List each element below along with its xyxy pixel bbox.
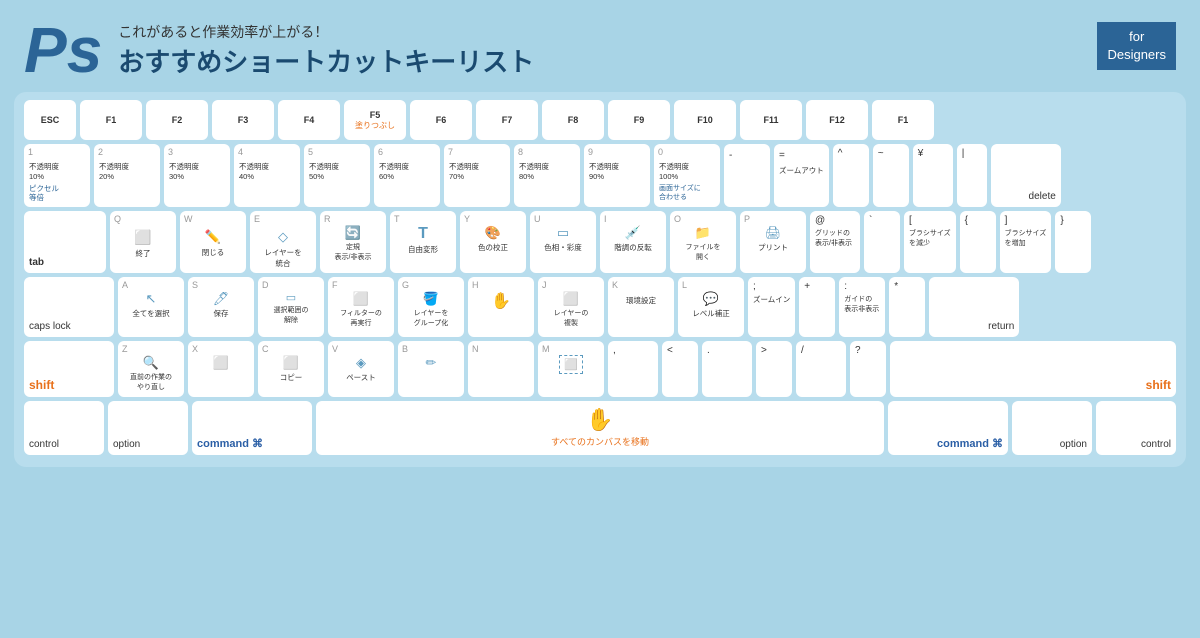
- key-y[interactable]: Y 🎨 色の校正: [460, 211, 526, 273]
- key-command-right[interactable]: command ⌘: [888, 401, 1008, 455]
- key-s[interactable]: S 🖊 保存: [188, 277, 254, 337]
- key-lt[interactable]: <: [662, 341, 698, 397]
- key-equals[interactable]: = ズームアウト: [774, 144, 829, 207]
- key-6[interactable]: 6 不透明度 60%: [374, 144, 440, 207]
- key-f11[interactable]: F11: [740, 100, 802, 140]
- key-f1b[interactable]: F1: [872, 100, 934, 140]
- key-n[interactable]: N: [468, 341, 534, 397]
- key-f[interactable]: F ⬜ フィルターの 再実行: [328, 277, 394, 337]
- key-z[interactable]: Z 🔍 直前の作業の やり直し: [118, 341, 184, 397]
- key-capslock[interactable]: caps lock: [24, 277, 114, 337]
- key-x[interactable]: X ⬜: [188, 341, 254, 397]
- key-brace-close[interactable]: }: [1055, 211, 1091, 273]
- key-control-right[interactable]: control: [1096, 401, 1176, 455]
- key-at[interactable]: @ グリッドの 表示/非表示: [810, 211, 860, 273]
- key-i[interactable]: I 💉 階調の反転: [600, 211, 666, 273]
- key-slash[interactable]: /: [796, 341, 846, 397]
- key-comma[interactable]: ,: [608, 341, 658, 397]
- key-esc[interactable]: ESC: [24, 100, 76, 140]
- key-u[interactable]: U ▭ 色相・彩度: [530, 211, 596, 273]
- key-5[interactable]: 5 不透明度 50%: [304, 144, 370, 207]
- key-delete[interactable]: delete: [991, 144, 1061, 207]
- key-7[interactable]: 7 不透明度 70%: [444, 144, 510, 207]
- key-question[interactable]: ?: [850, 341, 886, 397]
- key-8[interactable]: 8 不透明度 80%: [514, 144, 580, 207]
- key-4[interactable]: 4 不透明度 40%: [234, 144, 300, 207]
- key-c[interactable]: C ⬜ コピー: [258, 341, 324, 397]
- keyboard: ESC F1 F2 F3 F4 F5 塗りつぶし F6 F7 F8 F9 F10…: [14, 92, 1186, 467]
- key-f8[interactable]: F8: [542, 100, 604, 140]
- key-f6[interactable]: F6: [410, 100, 472, 140]
- key-tab[interactable]: tab: [24, 211, 106, 273]
- key-return[interactable]: return: [929, 277, 1019, 337]
- key-v[interactable]: V ◈ ペースト: [328, 341, 394, 397]
- qwerty-row: tab Q ⬜ 終了 W ✏️ 閉じる E ◇ レイヤーを 統合 R: [24, 211, 1176, 273]
- key-0[interactable]: 0 不透明度 100% 画面サイズに 合わせる: [654, 144, 720, 207]
- key-minus[interactable]: -: [724, 144, 770, 207]
- key-r[interactable]: R 🔄 定規 表示/非表示: [320, 211, 386, 273]
- key-a[interactable]: A ↖ 全てを選択: [118, 277, 184, 337]
- key-q[interactable]: Q ⬜ 終了: [110, 211, 176, 273]
- key-f9[interactable]: F9: [608, 100, 670, 140]
- key-l[interactable]: L 💬 レベル補正: [678, 277, 744, 337]
- key-f7[interactable]: F7: [476, 100, 538, 140]
- fn-row: ESC F1 F2 F3 F4 F5 塗りつぶし F6 F7 F8 F9 F10…: [24, 100, 1176, 140]
- key-space[interactable]: ✋ すべてのカンバスを移動: [316, 401, 884, 455]
- header: Ps これがあると作業効率が上がる！ おすすめショートカットキーリスト for …: [0, 0, 1200, 92]
- asdf-row: caps lock A ↖ 全てを選択 S 🖊 保存 D ▭ 選択範囲の 解除: [24, 277, 1176, 337]
- key-d[interactable]: D ▭ 選択範囲の 解除: [258, 277, 324, 337]
- key-f2[interactable]: F2: [146, 100, 208, 140]
- key-f3[interactable]: F3: [212, 100, 274, 140]
- key-control-left[interactable]: control: [24, 401, 104, 455]
- key-backtick[interactable]: `: [864, 211, 900, 273]
- key-b[interactable]: B ✏: [398, 341, 464, 397]
- key-2[interactable]: 2 不透明度 20%: [94, 144, 160, 207]
- header-title: おすすめショートカットキーリスト: [118, 42, 1081, 79]
- key-p[interactable]: P 🖨 プリント: [740, 211, 806, 273]
- key-caret[interactable]: ^: [833, 144, 869, 207]
- key-colon[interactable]: : ガイドの 表示非表示: [839, 277, 885, 337]
- key-e[interactable]: E ◇ レイヤーを 統合: [250, 211, 316, 273]
- key-k[interactable]: K 環境設定: [608, 277, 674, 337]
- zxcv-row: shift Z 🔍 直前の作業の やり直し X ⬜ C ⬜ コピー V: [24, 341, 1176, 397]
- key-o[interactable]: O 📁 ファイルを 開く: [670, 211, 736, 273]
- key-g[interactable]: G 🪣 レイヤーを グループ化: [398, 277, 464, 337]
- key-tilde[interactable]: ~: [873, 144, 909, 207]
- key-f10[interactable]: F10: [674, 100, 736, 140]
- key-w[interactable]: W ✏️ 閉じる: [180, 211, 246, 273]
- for-designers-badge: for Designers: [1097, 22, 1176, 70]
- key-command-left[interactable]: command ⌘: [192, 401, 312, 455]
- key-3[interactable]: 3 不透明度 30%: [164, 144, 230, 207]
- key-option-right[interactable]: option: [1012, 401, 1092, 455]
- key-f4[interactable]: F4: [278, 100, 340, 140]
- header-subtitle: これがあると作業効率が上がる！: [118, 22, 1081, 42]
- key-bracket-close[interactable]: {: [960, 211, 996, 273]
- key-gt[interactable]: >: [756, 341, 792, 397]
- key-period[interactable]: .: [702, 341, 752, 397]
- header-text: これがあると作業効率が上がる！ おすすめショートカットキーリスト: [118, 22, 1081, 79]
- key-t[interactable]: T T 自由変形: [390, 211, 456, 273]
- key-brace-open[interactable]: ] ブラシサイズ を増加: [1000, 211, 1052, 273]
- key-semicolon[interactable]: ; ズームイン: [748, 277, 795, 337]
- key-f1[interactable]: F1: [80, 100, 142, 140]
- key-9[interactable]: 9 不透明度 90%: [584, 144, 650, 207]
- bottom-row: control option command ⌘ ✋ すべてのカンバスを移動 c…: [24, 401, 1176, 455]
- key-pipe[interactable]: |: [957, 144, 987, 207]
- number-row: 1 不透明度 10% ピクセル 等倍 2 不透明度 20% 3 不透明度 30%…: [24, 144, 1176, 207]
- key-j[interactable]: J ⬜ レイヤーの 複製: [538, 277, 604, 337]
- key-option-left[interactable]: option: [108, 401, 188, 455]
- key-bracket-open[interactable]: [ ブラシサイズ を減少: [904, 211, 956, 273]
- key-shift-right[interactable]: shift: [890, 341, 1176, 397]
- key-yen[interactable]: ¥: [913, 144, 953, 207]
- key-shift-left[interactable]: shift: [24, 341, 114, 397]
- ps-logo: Ps: [24, 18, 102, 82]
- key-plus[interactable]: +: [799, 277, 835, 337]
- key-m[interactable]: M ⬜: [538, 341, 604, 397]
- key-f12[interactable]: F12: [806, 100, 868, 140]
- key-h[interactable]: H ✋: [468, 277, 534, 337]
- key-asterisk[interactable]: *: [889, 277, 925, 337]
- key-f5[interactable]: F5 塗りつぶし: [344, 100, 406, 140]
- key-1[interactable]: 1 不透明度 10% ピクセル 等倍: [24, 144, 90, 207]
